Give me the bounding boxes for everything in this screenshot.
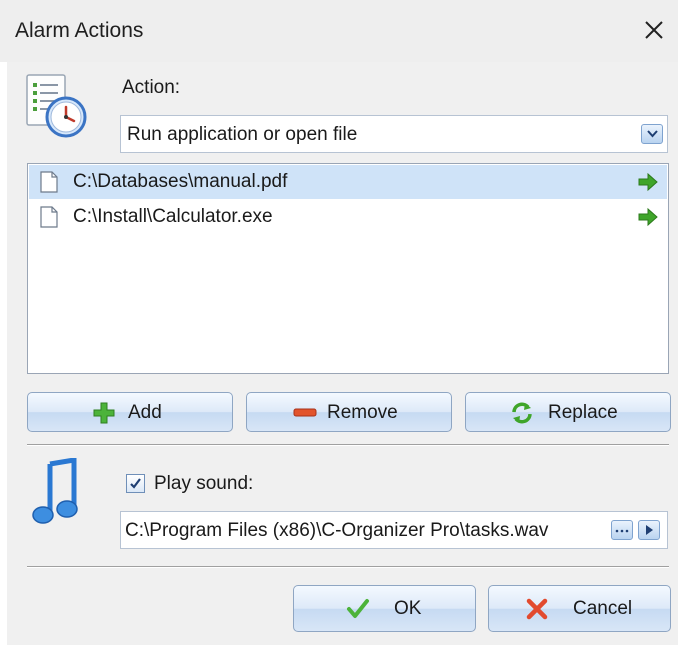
action-dropdown[interactable]: Run application or open file (120, 115, 668, 153)
browse-button[interactable] (611, 520, 633, 540)
remove-button[interactable]: Remove (246, 392, 452, 432)
music-note-icon (32, 458, 78, 524)
file-path: C:\Install\Calculator.exe (73, 206, 273, 227)
chevron-down-icon (647, 130, 658, 138)
action-label: Action: (122, 77, 181, 98)
dropdown-arrow-button[interactable] (641, 124, 663, 144)
document-icon (40, 171, 58, 193)
ellipsis-icon (615, 529, 629, 533)
separator (27, 566, 669, 568)
sound-file-field[interactable]: C:\Program Files (x86)\C-Organizer Pro\t… (120, 511, 668, 549)
title-bar: Alarm Actions (0, 0, 678, 62)
cancel-label: Cancel (573, 598, 633, 619)
cancel-button[interactable]: Cancel (488, 585, 671, 632)
plus-icon (93, 402, 115, 424)
replace-button[interactable]: Replace (465, 392, 671, 432)
sound-file-path: C:\Program Files (x86)\C-Organizer Pro\t… (125, 520, 549, 541)
add-label: Add (128, 402, 162, 423)
play-sound-checkbox[interactable] (126, 474, 145, 493)
close-button[interactable] (634, 14, 674, 50)
minus-icon (293, 408, 317, 417)
document-icon (40, 206, 58, 228)
play-icon (646, 525, 653, 535)
list-item[interactable]: C:\Install\Calculator.exe (29, 200, 667, 234)
file-path: C:\Databases\manual.pdf (73, 171, 288, 192)
ok-label: OK (394, 598, 422, 619)
arrow-right-icon[interactable] (637, 172, 659, 192)
ok-button[interactable]: OK (293, 585, 476, 632)
arrow-right-icon[interactable] (637, 207, 659, 227)
replace-label: Replace (548, 402, 618, 423)
alarm-actions-dialog: Alarm Actions Action: Run application or… (0, 0, 678, 645)
checkmark-icon (130, 478, 141, 489)
alarm-clock-document-icon (26, 74, 87, 138)
refresh-icon (512, 402, 532, 424)
remove-label: Remove (327, 402, 398, 423)
dialog-title: Alarm Actions (15, 19, 144, 42)
separator (27, 444, 669, 446)
play-button[interactable] (638, 520, 660, 540)
action-dropdown-value: Run application or open file (127, 124, 358, 145)
checkmark-icon (347, 599, 369, 618)
play-sound-label: Play sound: (154, 473, 254, 494)
file-list[interactable]: C:\Databases\manual.pdf C:\Install\Calcu… (27, 163, 669, 374)
close-icon (645, 21, 663, 39)
add-button[interactable]: Add (27, 392, 233, 432)
cancel-x-icon (526, 598, 548, 620)
list-item[interactable]: C:\Databases\manual.pdf (29, 165, 667, 199)
